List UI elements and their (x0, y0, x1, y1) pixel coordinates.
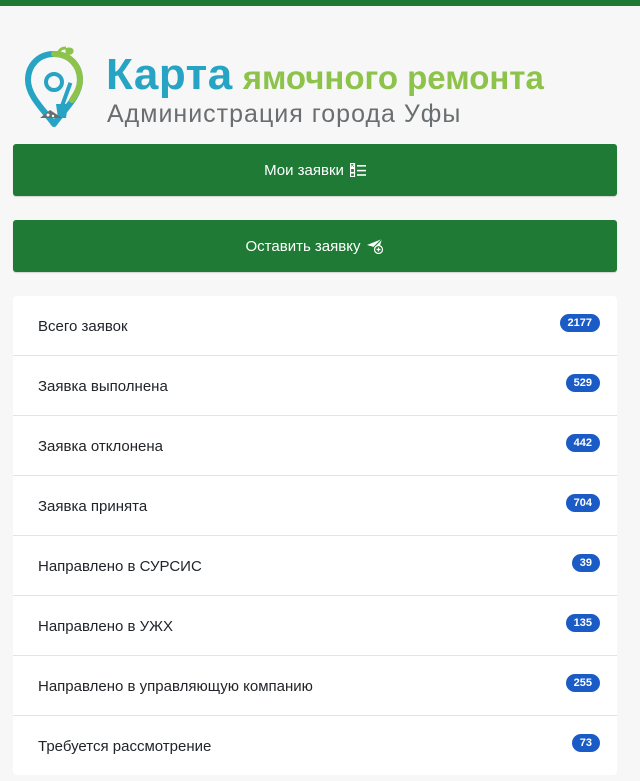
stat-label: Требуется рассмотрение (38, 738, 212, 755)
stat-label: Заявка принята (38, 498, 148, 515)
stat-label: Направлено в СУРСИС (38, 558, 202, 575)
stat-row-review-required[interactable]: Требуется рассмотрение 73 (13, 716, 617, 775)
stat-label: Направлено в УЖХ (38, 618, 174, 635)
stat-label: Заявка выполнена (38, 378, 168, 395)
site-header: Карта ямочного ремонта Администрация горо… (22, 42, 622, 132)
my-requests-label: Мои заявки (264, 161, 344, 179)
paper-plane-plus-icon (366, 238, 384, 254)
title-rest: ямочного ремонта (242, 59, 544, 96)
stat-row-total[interactable]: Всего заявок 2177 (13, 296, 617, 356)
top-accent-bar (0, 0, 640, 6)
site-subtitle: Администрация города Уфы (107, 100, 462, 128)
count-badge: 529 (565, 374, 600, 392)
stat-row-management-company[interactable]: Направлено в управляющую компанию 255 (13, 656, 617, 716)
count-badge: 704 (565, 494, 600, 512)
stat-row-rejected[interactable]: Заявка отклонена 442 (13, 416, 617, 476)
stat-label: Заявка отклонена (38, 438, 164, 455)
leave-request-button[interactable]: Оставить заявку (13, 220, 617, 272)
leave-request-label: Оставить заявку (245, 237, 361, 255)
count-badge: 73 (571, 734, 600, 752)
stat-row-completed[interactable]: Заявка выполнена 529 (13, 356, 617, 416)
stat-row-accepted[interactable]: Заявка принята 704 (13, 476, 617, 536)
my-requests-button[interactable]: Мои заявки (13, 144, 617, 196)
count-badge: 442 (565, 434, 600, 452)
count-badge: 2177 (559, 314, 600, 332)
title-word-karta: Карта (106, 50, 233, 99)
stat-label: Направлено в управляющую компанию (38, 678, 313, 695)
request-stats-list: Всего заявок 2177 Заявка выполнена 529 З… (13, 296, 617, 775)
map-pin-shovel-logo (22, 44, 86, 128)
list-check-icon (349, 163, 366, 177)
stat-row-uzhkh[interactable]: Направлено в УЖХ 135 (13, 596, 617, 656)
count-badge: 255 (565, 674, 600, 692)
stat-label: Всего заявок (38, 318, 128, 335)
stat-row-sursis[interactable]: Направлено в СУРСИС 39 (13, 536, 617, 596)
count-badge: 135 (565, 614, 600, 632)
site-title: Карта ямочного ремонта (106, 50, 544, 100)
count-badge: 39 (571, 554, 600, 572)
